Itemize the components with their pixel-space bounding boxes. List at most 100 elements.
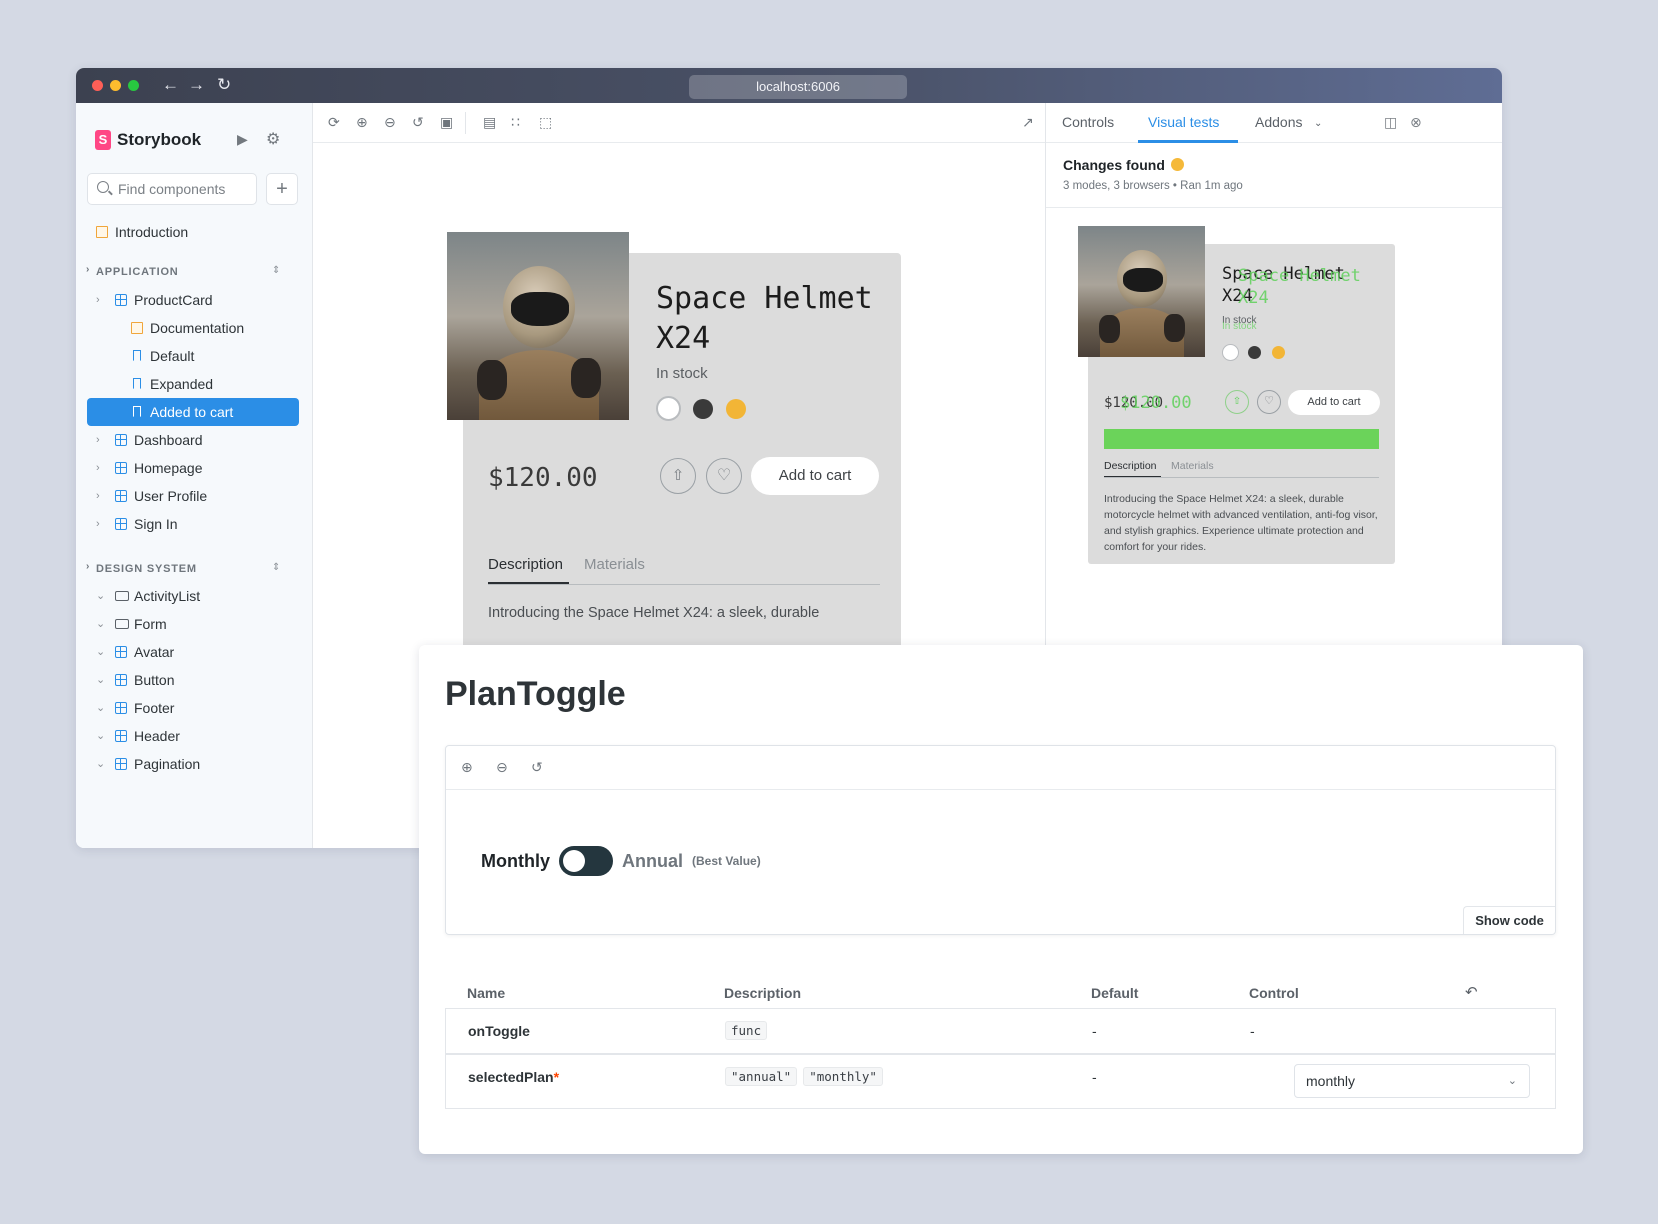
play-icon[interactable]: ▶ [237, 131, 248, 148]
bookmark-icon [133, 406, 141, 417]
arg-name: onToggle [468, 1023, 530, 1039]
sidebar: S Storybook ▶ ⚙ + Introduction APPLICATI… [76, 103, 313, 848]
zoom-reset-icon[interactable]: ↺ [412, 114, 424, 131]
product-description: Introducing the Space Helmet X24: a slee… [488, 605, 820, 621]
sidebar-item-expanded[interactable]: Expanded [87, 370, 299, 398]
sidebar-item-label: Footer [134, 700, 175, 716]
chevron-right-icon: › [86, 561, 91, 572]
sidebar-item-avatar[interactable]: ⌄ Avatar [87, 638, 299, 666]
sidebar-item-homepage[interactable]: › Homepage [87, 454, 299, 482]
sidebar-item-sign-in[interactable]: › Sign In [87, 510, 299, 538]
component-icon [115, 518, 127, 530]
sidebar-item-footer[interactable]: ⌄ Footer [87, 694, 299, 722]
chevron-right-icon: › [96, 434, 100, 446]
sidebar-item-pagination[interactable]: ⌄ Pagination [87, 750, 299, 778]
zoom-in-icon[interactable]: ⊕ [461, 759, 473, 776]
sidebar-item-user-profile[interactable]: › User Profile [87, 482, 299, 510]
sidebar-item-label: Expanded [150, 376, 214, 392]
search-input[interactable] [118, 174, 253, 204]
component-icon [115, 462, 127, 474]
storybook-brand[interactable]: S Storybook [95, 130, 201, 150]
stock-status: In stock [656, 365, 708, 382]
viewport-icon[interactable]: ▤ [483, 114, 496, 131]
tab-visual-tests[interactable]: Visual tests [1148, 114, 1219, 130]
component-icon [115, 646, 127, 658]
search-box[interactable] [87, 173, 257, 205]
chevron-down-icon: ⌄ [96, 730, 106, 742]
sidebar-item-label: Sign In [134, 516, 178, 532]
swatch-white[interactable] [656, 396, 681, 421]
section-header-design-system[interactable]: DESIGN SYSTEM [96, 563, 197, 575]
sidebar-item-header[interactable]: ⌄ Header [87, 722, 299, 750]
background-icon[interactable]: ▣ [440, 114, 453, 131]
sidebar-item-default[interactable]: Default [87, 342, 299, 370]
zoom-in-icon[interactable]: ⊕ [356, 114, 368, 131]
component-icon [115, 490, 127, 502]
sidebar-item-productcard[interactable]: › ProductCard [87, 286, 299, 314]
brand-name: Storybook [117, 130, 202, 149]
swatch-yellow[interactable] [726, 399, 746, 419]
snapshot-photo [1078, 226, 1205, 357]
tab-controls[interactable]: Controls [1062, 114, 1114, 130]
chevron-down-icon[interactable]: ⌄ [1314, 118, 1322, 129]
swatch-black[interactable] [693, 399, 713, 419]
tab-description[interactable]: Description [488, 556, 563, 573]
component-icon [115, 674, 127, 686]
product-price: $120.00 [488, 463, 598, 493]
chevron-down-icon: ⌄ [96, 758, 106, 770]
remount-icon[interactable]: ⟳ [328, 114, 340, 131]
close-circle-icon[interactable]: ⊗ [1410, 114, 1422, 131]
sidebar-item-label: Documentation [150, 320, 245, 336]
add-to-cart-button[interactable]: Add to cart [751, 457, 879, 495]
reset-icon[interactable]: ↶ [1465, 983, 1478, 1001]
collapse-toggle-icon[interactable]: ⇕ [272, 562, 280, 573]
plan-switch[interactable] [559, 846, 613, 876]
url-bar[interactable]: localhost:6006 [689, 75, 907, 99]
component-icon [115, 294, 127, 306]
chevron-right-icon: › [96, 462, 100, 474]
arg-name: selectedPlan* [468, 1069, 559, 1085]
sidebar-item-introduction[interactable]: Introduction [87, 218, 299, 246]
gear-icon[interactable]: ⚙ [266, 129, 280, 149]
outline-icon[interactable]: ⬚ [539, 114, 552, 131]
show-code-button[interactable]: Show code [1463, 906, 1555, 934]
share-icon[interactable]: ⇧ [660, 458, 696, 494]
canvas-toolbar: ⟳ ⊕ ⊖ ↺ ▣ ▤ ∷ ⬚ ↗ [313, 103, 1045, 143]
back-arrow-icon[interactable]: ← [162, 75, 179, 95]
tab-materials[interactable]: Materials [584, 556, 645, 573]
close-window-button[interactable] [92, 80, 103, 91]
sidebar-item-button[interactable]: ⌄ Button [87, 666, 299, 694]
forward-arrow-icon[interactable]: → [188, 75, 205, 95]
sidebar-item-documentation[interactable]: Documentation [87, 314, 299, 342]
snapshot-share-icon: ⇧ [1225, 390, 1249, 414]
maximize-window-button[interactable] [128, 80, 139, 91]
sidebar-item-label: Homepage [134, 460, 203, 476]
open-new-tab-icon[interactable]: ↗ [1022, 114, 1034, 131]
minimize-window-button[interactable] [110, 80, 121, 91]
zoom-out-icon[interactable]: ⊖ [496, 759, 508, 776]
zoom-reset-icon[interactable]: ↺ [531, 759, 543, 776]
zoom-out-icon[interactable]: ⊖ [384, 114, 396, 131]
sidebar-item-added-to-cart[interactable]: Added to cart [87, 398, 299, 426]
arg-control: - [1250, 1023, 1255, 1039]
heart-icon[interactable]: ♡ [706, 458, 742, 494]
grid-icon[interactable]: ∷ [511, 114, 520, 131]
sidebar-item-form[interactable]: ⌄ Form [87, 610, 299, 638]
sidebar-item-dashboard[interactable]: › Dashboard [87, 426, 299, 454]
sidebar-item-label: Default [150, 348, 195, 364]
product-title-line: Space Helmet [656, 281, 873, 316]
collapse-toggle-icon[interactable]: ⇕ [272, 265, 280, 276]
diff-title-line: X24 [1238, 288, 1269, 308]
reload-icon[interactable]: ↻ [217, 75, 231, 95]
type-code: "annual" [725, 1067, 798, 1086]
section-header-application[interactable]: APPLICATION [96, 266, 179, 278]
panel-layout-icon[interactable]: ◫ [1384, 114, 1397, 131]
plan-select[interactable]: monthly ⌄ [1294, 1064, 1530, 1098]
select-value: monthly [1306, 1073, 1356, 1089]
sidebar-item-activitylist[interactable]: ⌄ ActivityList [87, 582, 299, 610]
tab-addons[interactable]: Addons [1255, 114, 1302, 130]
add-button[interactable]: + [266, 173, 298, 205]
snapshot-tab-materials: Materials [1171, 460, 1214, 472]
product-title-line: X24 [656, 321, 711, 356]
best-value-label: (Best Value) [692, 854, 761, 868]
